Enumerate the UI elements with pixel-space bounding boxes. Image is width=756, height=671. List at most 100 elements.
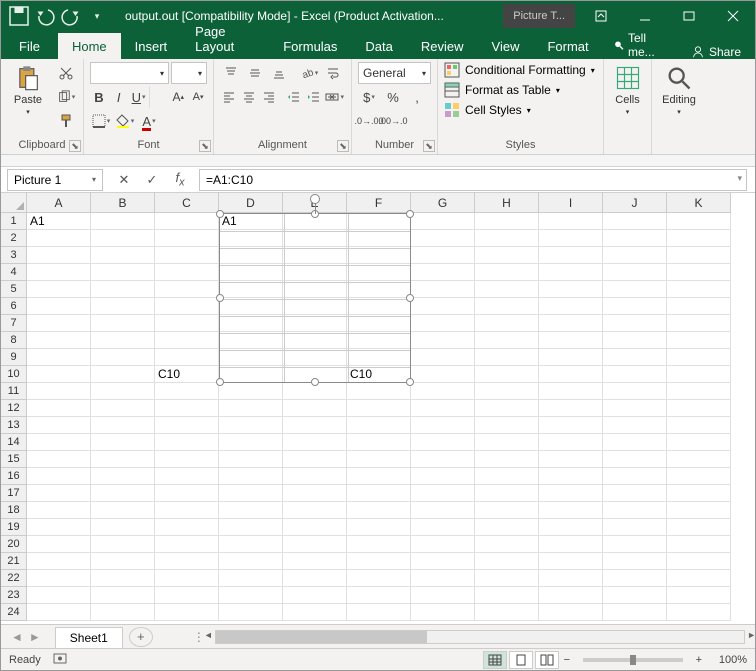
cell-J17[interactable] <box>603 485 667 502</box>
cell-G24[interactable] <box>411 604 475 621</box>
cell-B1[interactable] <box>91 213 155 230</box>
cell-E21[interactable] <box>283 553 347 570</box>
minimize-icon[interactable] <box>623 1 667 31</box>
cell-C20[interactable] <box>155 536 219 553</box>
cell-B19[interactable] <box>91 519 155 536</box>
cell-B15[interactable] <box>91 451 155 468</box>
editing-button[interactable]: Editing ▾ <box>658 62 700 118</box>
col-header-H[interactable]: H <box>475 193 539 213</box>
cell-C11[interactable] <box>155 383 219 400</box>
row-headers[interactable]: 123456789101112131415161718192021222324 <box>1 213 27 624</box>
row-header-24[interactable]: 24 <box>1 604 27 621</box>
tab-file[interactable]: File <box>1 33 58 59</box>
col-header-F[interactable]: F <box>347 193 411 213</box>
cell-J21[interactable] <box>603 553 667 570</box>
cell-K5[interactable] <box>667 281 731 298</box>
cell-B16[interactable] <box>91 468 155 485</box>
cell-J7[interactable] <box>603 315 667 332</box>
cell-A13[interactable] <box>27 417 91 434</box>
cell-E18[interactable] <box>283 502 347 519</box>
cell-I4[interactable] <box>539 264 603 281</box>
cell-D14[interactable] <box>219 434 283 451</box>
cell-C6[interactable] <box>155 298 219 315</box>
cell-I7[interactable] <box>539 315 603 332</box>
tab-home[interactable]: Home <box>58 33 121 59</box>
cell-C7[interactable] <box>155 315 219 332</box>
cell-C8[interactable] <box>155 332 219 349</box>
cell-G20[interactable] <box>411 536 475 553</box>
cell-G5[interactable] <box>411 281 475 298</box>
save-icon[interactable] <box>7 4 31 28</box>
row-header-9[interactable]: 9 <box>1 349 27 366</box>
cell-B17[interactable] <box>91 485 155 502</box>
paste-button[interactable]: Paste ▾ <box>7 62 49 118</box>
increase-decimal-button[interactable]: .0→.00 <box>358 110 380 132</box>
borders-button[interactable] <box>90 110 112 132</box>
cell-K1[interactable] <box>667 213 731 230</box>
increase-font-button[interactable]: A▴ <box>169 86 187 108</box>
row-header-17[interactable]: 17 <box>1 485 27 502</box>
tab-review[interactable]: Review <box>407 33 478 59</box>
cell-K2[interactable] <box>667 230 731 247</box>
cell-K4[interactable] <box>667 264 731 281</box>
cell-E13[interactable] <box>283 417 347 434</box>
cell-A22[interactable] <box>27 570 91 587</box>
cell-A16[interactable] <box>27 468 91 485</box>
col-header-I[interactable]: I <box>539 193 603 213</box>
cell-H17[interactable] <box>475 485 539 502</box>
cell-H14[interactable] <box>475 434 539 451</box>
sheet-nav-prev-icon[interactable]: ◄ <box>11 630 23 644</box>
cell-G19[interactable] <box>411 519 475 536</box>
increase-indent-button[interactable] <box>305 86 323 108</box>
cell-G3[interactable] <box>411 247 475 264</box>
wrap-text-button[interactable] <box>322 62 344 84</box>
cell-C21[interactable] <box>155 553 219 570</box>
alignment-dialog-launcher[interactable]: ⬊ <box>337 140 349 152</box>
cell-F11[interactable] <box>347 383 411 400</box>
cell-H21[interactable] <box>475 553 539 570</box>
row-header-14[interactable]: 14 <box>1 434 27 451</box>
cell-H23[interactable] <box>475 587 539 604</box>
zoom-slider[interactable] <box>583 658 683 662</box>
tab-view[interactable]: View <box>478 33 534 59</box>
format-painter-button[interactable] <box>55 110 77 132</box>
cell-I8[interactable] <box>539 332 603 349</box>
font-size-combo[interactable]: ▾ <box>171 62 207 84</box>
cell-H3[interactable] <box>475 247 539 264</box>
cell-C5[interactable] <box>155 281 219 298</box>
cell-A3[interactable] <box>27 247 91 264</box>
cell-E16[interactable] <box>283 468 347 485</box>
view-page-break-button[interactable] <box>535 651 559 669</box>
cell-F17[interactable] <box>347 485 411 502</box>
cell-G17[interactable] <box>411 485 475 502</box>
cell-I13[interactable] <box>539 417 603 434</box>
cell-A20[interactable] <box>27 536 91 553</box>
cell-C17[interactable] <box>155 485 219 502</box>
cell-D22[interactable] <box>219 570 283 587</box>
cell-K21[interactable] <box>667 553 731 570</box>
cell-K19[interactable] <box>667 519 731 536</box>
macro-record-icon[interactable] <box>53 651 67 668</box>
cell-F20[interactable] <box>347 536 411 553</box>
cell-D18[interactable] <box>219 502 283 519</box>
row-header-10[interactable]: 10 <box>1 366 27 383</box>
tab-insert[interactable]: Insert <box>121 33 182 59</box>
cell-G6[interactable] <box>411 298 475 315</box>
undo-icon[interactable] <box>33 4 57 28</box>
cell-C22[interactable] <box>155 570 219 587</box>
resize-handle[interactable] <box>406 210 414 218</box>
cell-C2[interactable] <box>155 230 219 247</box>
cell-E12[interactable] <box>283 400 347 417</box>
cell-I18[interactable] <box>539 502 603 519</box>
cell-B10[interactable] <box>91 366 155 383</box>
cell-B5[interactable] <box>91 281 155 298</box>
cell-A7[interactable] <box>27 315 91 332</box>
cell-E24[interactable] <box>283 604 347 621</box>
sheet-nav-next-icon[interactable]: ► <box>29 630 41 644</box>
col-header-B[interactable]: B <box>91 193 155 213</box>
cell-F15[interactable] <box>347 451 411 468</box>
font-color-button[interactable]: A <box>138 110 160 132</box>
format-as-table-button[interactable]: Format as Table ▾ <box>444 82 597 98</box>
formula-expand-icon[interactable]: ▾ <box>737 173 742 184</box>
cell-A18[interactable] <box>27 502 91 519</box>
